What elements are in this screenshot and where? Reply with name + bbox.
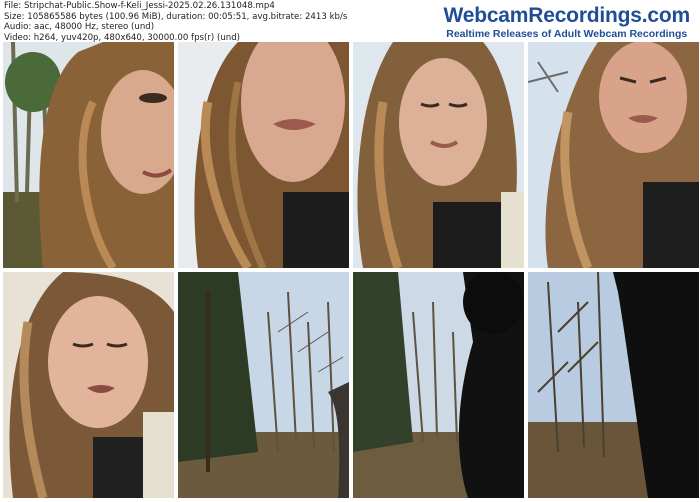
thumbnail-8[interactable] (528, 272, 699, 498)
file-size: Size: 105865586 bytes (100.96 MiB), dura… (4, 11, 348, 22)
thumbnail-4[interactable] (528, 42, 699, 268)
thumbnail-2[interactable] (178, 42, 349, 268)
thumbnail-grid (3, 42, 699, 498)
thumbnail-7[interactable] (353, 272, 524, 498)
thumbnail-5[interactable] (3, 272, 174, 498)
brand-subtitle: Realtime Releases of Adult Webcam Record… (446, 28, 688, 40)
brand-logo: WebcamRecordings.com Realtime Releases o… (443, 5, 690, 41)
file-name: File: Stripchat-Public.Show-f-Keli_Jessi… (4, 1, 275, 11)
thumbnail-6[interactable] (178, 272, 349, 498)
file-info: File: Stripchat-Public.Show-f-Keli_Jessi… (4, 1, 347, 43)
brand-title: WebcamRecordings.com (443, 4, 690, 27)
audio-info: Audio: aac, 48000 Hz, stereo (und) (4, 22, 155, 32)
thumbnail-3[interactable] (353, 42, 524, 268)
thumbnail-1[interactable] (3, 42, 174, 268)
